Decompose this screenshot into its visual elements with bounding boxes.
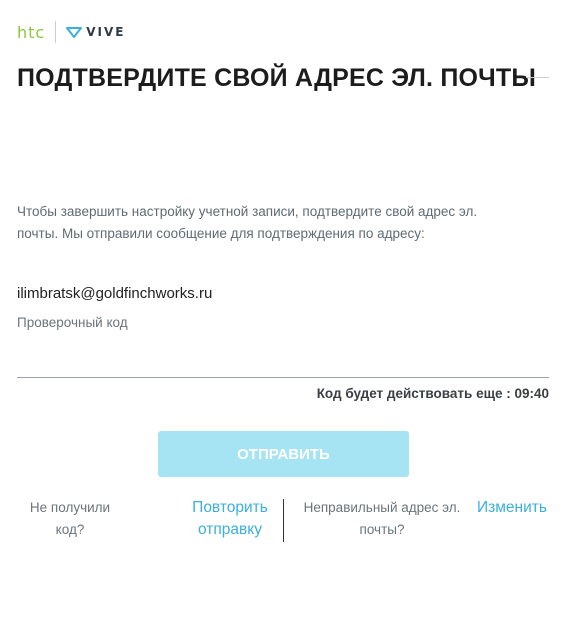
- brand-divider: [55, 21, 57, 43]
- wrong-email-line-1: Неправильный адрес эл.: [303, 500, 461, 515]
- actions-divider: [283, 499, 284, 542]
- wrong-email-question: Неправильный адрес эл. почты?: [296, 497, 468, 541]
- title-divider: [526, 77, 549, 78]
- instructions-line-2: почты. Мы отправили сообщение для подтве…: [17, 226, 425, 241]
- verification-code-label: Проверочный код: [17, 315, 128, 330]
- vive-logo-icon: [66, 27, 83, 38]
- resend-line-2: отправку: [198, 521, 262, 538]
- verification-code-input[interactable]: [17, 340, 549, 378]
- page-title: ПОДТВЕРДИТЕ СВОЙ АДРЕС ЭЛ. ПОЧТЫ: [17, 64, 537, 92]
- vive-logo-text: VIVE: [86, 25, 126, 39]
- email-address: ilimbratsk@goldfinchworks.ru: [17, 285, 213, 302]
- instructions-text: Чтобы завершить настройку учетной записи…: [17, 201, 537, 245]
- wrong-email-line-2: почты?: [359, 522, 405, 537]
- resend-line-1: Повторить: [192, 499, 268, 516]
- code-timer: Код будет действовать еще : 09:40: [316, 386, 549, 401]
- htc-logo: htc: [17, 22, 46, 42]
- change-email-link[interactable]: Изменить: [472, 497, 552, 519]
- instructions-line-1: Чтобы завершить настройку учетной записи…: [17, 204, 478, 219]
- submit-button[interactable]: ОТПРАВИТЬ: [158, 431, 409, 477]
- resend-link[interactable]: Повторить отправку: [180, 497, 280, 541]
- brand-logo: htc VIVE: [17, 20, 125, 44]
- not-received-question: Не получили код?: [20, 497, 120, 541]
- not-received-line-2: код?: [55, 522, 85, 537]
- not-received-line-1: Не получили: [29, 500, 111, 515]
